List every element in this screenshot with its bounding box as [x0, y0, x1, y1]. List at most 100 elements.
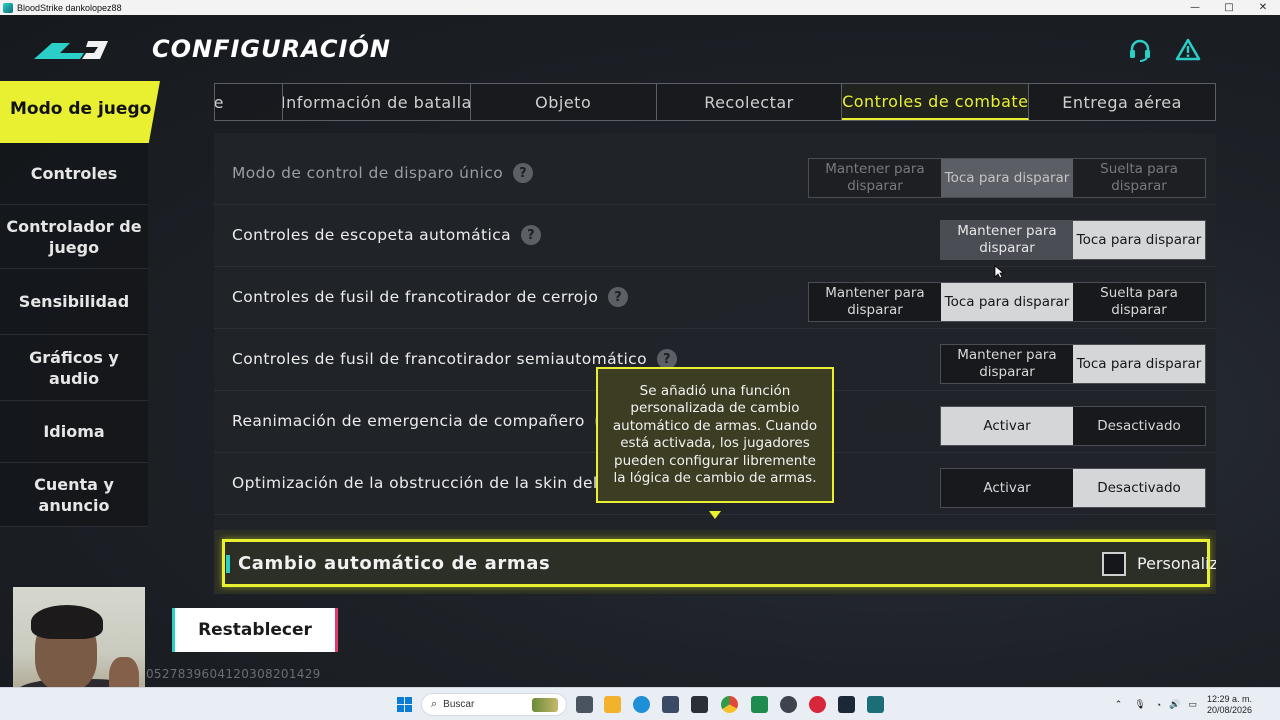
customize-checkbox[interactable]: [1102, 552, 1126, 576]
setting-row: Modo de control de disparo único? Manten…: [214, 143, 1216, 205]
game-logo-icon: [34, 41, 108, 59]
task-view-icon[interactable]: [576, 696, 593, 713]
tooltip-arrow: [709, 511, 721, 519]
mouse-cursor-icon: [994, 265, 1004, 279]
bloodstrike-taskbar-icon[interactable]: [867, 696, 884, 713]
option-suelta[interactable]: Suelta para disparar: [1073, 159, 1205, 197]
help-icon[interactable]: ?: [521, 225, 542, 245]
tooltip: Se añadió una función personalizada de c…: [596, 367, 834, 503]
search-placeholder: Buscar: [443, 699, 475, 710]
option-mantener[interactable]: Mantener para disparar: [809, 283, 941, 321]
tab-controles-de-combate[interactable]: Controles de combate: [842, 84, 1030, 120]
option-group: Mantener para disparar Toca para dispara…: [808, 158, 1206, 198]
auto-switch-title: Cambio automático de armas: [238, 553, 551, 574]
clock-date: 20/08/2026: [1206, 704, 1252, 715]
chevron-up-icon[interactable]: ⌃: [1115, 699, 1123, 710]
setting-row: Controles de escopeta automática? Manten…: [214, 205, 1216, 267]
option-toca[interactable]: Toca para disparar: [1073, 345, 1205, 383]
bloodstrike-app-icon: [3, 2, 13, 13]
option-activar[interactable]: Activar: [941, 407, 1073, 445]
volume-icon[interactable]: 🔊: [1169, 699, 1180, 710]
option-group: Mantener para disparar Toca para dispara…: [940, 220, 1206, 260]
help-icon[interactable]: ?: [657, 349, 677, 369]
option-activar[interactable]: Activar: [941, 469, 1073, 507]
option-toca[interactable]: Toca para disparar: [1073, 221, 1205, 259]
sidebar-item-controlador[interactable]: Controlador de juego: [0, 205, 148, 269]
section-accent-bar: [226, 555, 230, 573]
tab-entrega-aerea[interactable]: Entrega aérea: [1029, 84, 1215, 120]
tab-partial[interactable]: e: [215, 84, 283, 120]
option-group: Mantener para disparar Toca para dispara…: [808, 282, 1206, 322]
setting-label: Controles de escopeta automática: [232, 226, 512, 244]
sidebar-item-cuenta[interactable]: Cuenta y anuncio: [0, 463, 148, 527]
option-toca[interactable]: Toca para disparar: [941, 159, 1073, 197]
option-group: Activar Desactivado: [940, 468, 1206, 508]
auto-weapon-switch-row: Cambio automático de armas Personaliz: [214, 530, 1216, 594]
headset-icon[interactable]: [1127, 37, 1153, 63]
tab-informacion-de-batalla[interactable]: Información de batalla: [283, 84, 471, 120]
sidebar-item-label: Idioma: [43, 422, 105, 441]
close-button[interactable]: ✕: [1246, 0, 1280, 15]
app-badge-icon[interactable]: [780, 696, 797, 713]
sidebar-item-graficos[interactable]: Gráficos y audio: [0, 335, 148, 401]
tab-recolectar[interactable]: Recolectar: [657, 84, 843, 120]
help-icon[interactable]: ?: [608, 287, 629, 307]
warning-icon[interactable]: [1175, 37, 1201, 63]
window-title: BloodStrike dankolopez88: [17, 2, 122, 13]
sidebar-item-label: Sensibilidad: [18, 292, 130, 311]
wifi-icon[interactable]: ◔: [1156, 700, 1161, 710]
webcam-hair: [31, 605, 103, 639]
reset-button[interactable]: Restablecer: [172, 608, 338, 652]
option-desactivado[interactable]: Desactivado: [1073, 469, 1205, 507]
opera-icon[interactable]: [809, 696, 826, 713]
xbox-icon[interactable]: [751, 696, 768, 713]
sidebar-item-controles[interactable]: Controles: [0, 143, 148, 205]
webcam-hand: [109, 657, 139, 687]
app-icon[interactable]: [691, 696, 708, 713]
option-suelta[interactable]: Suelta para disparar: [1073, 283, 1205, 321]
sidebar-active-label: Modo de juego: [10, 99, 152, 119]
system-tray: ⌃ 🎙 ◔ 🔊 ▭ 12:29 a. m. 20/08/2026: [1115, 688, 1280, 720]
battery-icon[interactable]: ▭: [1188, 699, 1197, 710]
maximize-button[interactable]: □: [1212, 0, 1246, 15]
setting-row: Controles de fusil de francotirador de c…: [214, 267, 1216, 329]
option-group: Mantener para disparar Toca para dispara…: [940, 344, 1206, 384]
sidebar-item-sensibilidad[interactable]: Sensibilidad: [0, 269, 148, 335]
minimize-button[interactable]: —: [1178, 0, 1212, 15]
windows-start-icon[interactable]: [396, 696, 413, 713]
sidebar-item-label: Controles: [30, 164, 118, 183]
setting-label: Controles de fusil de francotirador semi…: [232, 350, 647, 368]
webcam-overlay: [13, 587, 145, 687]
sidebar-item-modo-de-juego[interactable]: Modo de juego: [0, 81, 160, 143]
option-mantener[interactable]: Mantener para disparar: [941, 345, 1073, 383]
file-explorer-icon[interactable]: [604, 696, 621, 713]
windows-taskbar: ⌕ Buscar ⌃ 🎙 ◔ 🔊 ▭ 12:29 a. m. 20/08/202…: [0, 687, 1280, 720]
option-group: Activar Desactivado: [940, 406, 1206, 446]
setting-label: Modo de control de disparo único: [232, 164, 504, 182]
tab-objeto[interactable]: Objeto: [471, 84, 657, 120]
search-icon: ⌕: [431, 698, 438, 710]
user-id: 0527839604120308201429: [146, 667, 321, 681]
tooltip-text: Se añadió una función personalizada de c…: [612, 382, 818, 487]
tab-bar: e Información de batalla Objeto Recolect…: [214, 83, 1216, 121]
setting-label: Reanimación de emergencia de compañero: [232, 412, 585, 430]
taskbar-clock[interactable]: 12:29 a. m. 20/08/2026: [1207, 694, 1252, 716]
option-desactivado[interactable]: Desactivado: [1073, 407, 1205, 445]
sidebar-item-label: Controlador de juego: [6, 216, 142, 257]
setting-label: Controles de fusil de francotirador de c…: [232, 288, 599, 306]
taskbar-search[interactable]: ⌕ Buscar: [421, 693, 567, 716]
option-mantener[interactable]: Mantener para disparar: [809, 159, 941, 197]
microphone-icon[interactable]: 🎙: [1134, 699, 1145, 710]
game-window: CONFIGURACIÓN Modo de juego Controles Co…: [0, 15, 1280, 687]
search-highlight-image: [532, 697, 558, 712]
clock-time: 12:29 a. m.: [1206, 693, 1252, 704]
sidebar-item-label: Cuenta y anuncio: [34, 474, 114, 515]
store-icon[interactable]: [662, 696, 679, 713]
steam-icon[interactable]: [838, 696, 855, 713]
edge-icon[interactable]: [633, 696, 650, 713]
option-mantener[interactable]: Mantener para disparar: [941, 221, 1073, 259]
help-icon[interactable]: ?: [513, 163, 534, 183]
sidebar-item-idioma[interactable]: Idioma: [0, 401, 148, 463]
chrome-icon[interactable]: [721, 696, 738, 713]
option-toca[interactable]: Toca para disparar: [941, 283, 1073, 321]
